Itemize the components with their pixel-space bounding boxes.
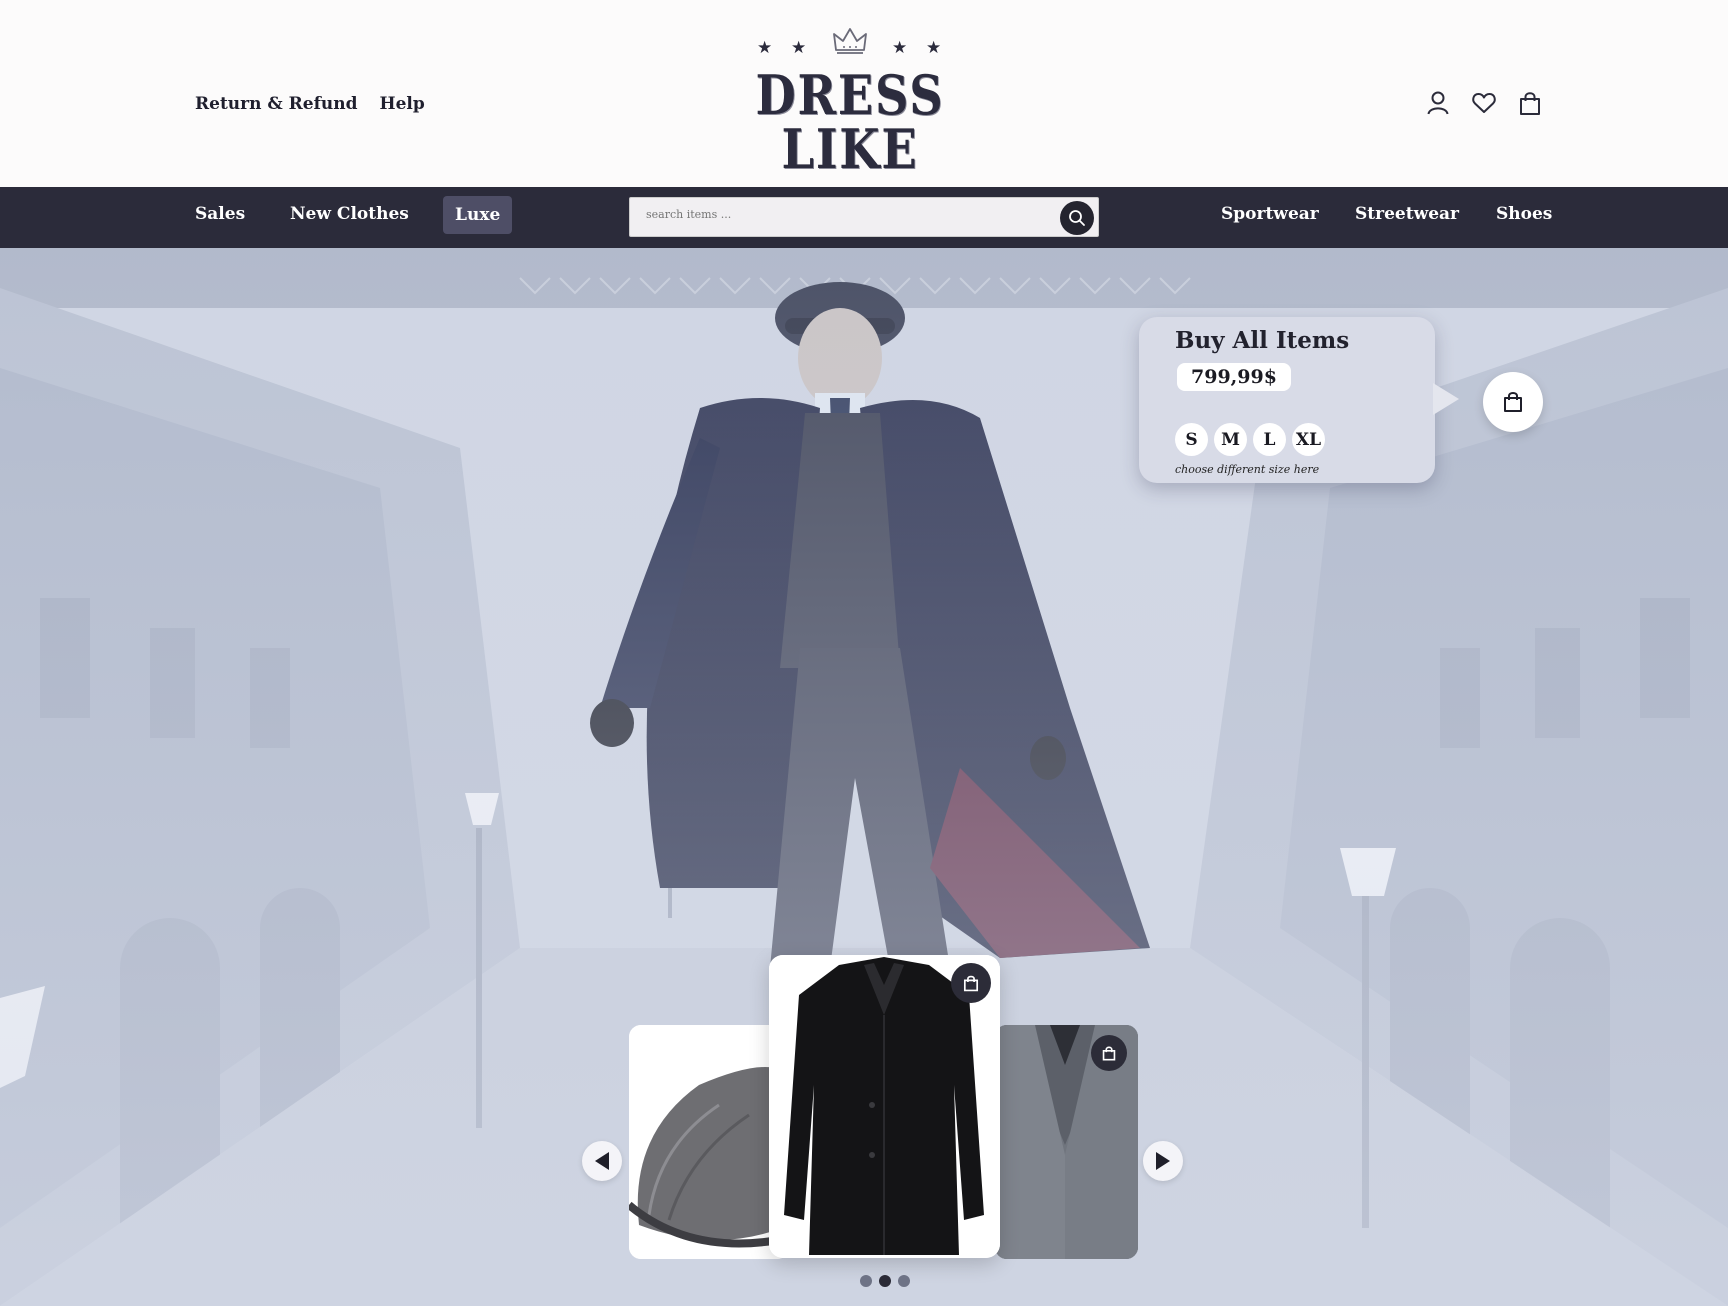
size-option-xl[interactable]: XL bbox=[1292, 423, 1325, 456]
search-button[interactable] bbox=[1060, 201, 1094, 235]
buy-all-panel: Buy All Items 799,99$ S M L XL choose di… bbox=[1139, 317, 1459, 483]
top-header: Return & Refund Help ★ ★ ★ ★ DRESS LIKE bbox=[0, 0, 1728, 187]
heart-icon[interactable] bbox=[1471, 90, 1497, 116]
logo-ornament: ★ ★ ★ ★ bbox=[700, 24, 1000, 62]
nav-item-new-clothes[interactable]: New Clothes bbox=[290, 204, 409, 224]
carousel-item-black-coat[interactable] bbox=[769, 955, 1000, 1258]
size-option-l[interactable]: L bbox=[1253, 423, 1286, 456]
user-icon[interactable] bbox=[1425, 90, 1451, 116]
nav-item-sales[interactable]: Sales bbox=[195, 204, 245, 224]
arrow-left-icon bbox=[595, 1152, 609, 1170]
buy-all-price: 799,99$ bbox=[1177, 363, 1291, 391]
arrow-right-icon bbox=[1156, 1152, 1170, 1170]
shopping-bag-icon bbox=[1504, 392, 1522, 412]
carousel-prev-button[interactable] bbox=[582, 1141, 622, 1181]
star-icon: ★ bbox=[791, 38, 807, 58]
carousel-dot-active[interactable] bbox=[879, 1275, 891, 1287]
return-refund-link[interactable]: Return & Refund bbox=[195, 94, 358, 114]
star-icon: ★ bbox=[892, 38, 908, 58]
shopping-bag-icon bbox=[1102, 1046, 1116, 1060]
shopping-bag-icon bbox=[963, 975, 979, 991]
search-bar bbox=[629, 197, 1099, 237]
flat-cap-image bbox=[629, 1025, 789, 1259]
size-option-s[interactable]: S bbox=[1175, 423, 1208, 456]
help-link[interactable]: Help bbox=[380, 94, 425, 114]
star-icon: ★ bbox=[926, 38, 942, 58]
nav-item-sportwear[interactable]: Sportwear bbox=[1221, 204, 1319, 224]
nav-item-streetwear[interactable]: Streetwear bbox=[1355, 204, 1459, 224]
hero-banner: Buy All Items 799,99$ S M L XL choose di… bbox=[0, 248, 1728, 1306]
buy-all-button[interactable] bbox=[1483, 372, 1543, 432]
logo[interactable]: ★ ★ ★ ★ DRESS LIKE bbox=[700, 24, 1000, 176]
search-icon bbox=[1069, 210, 1085, 226]
carousel-dot[interactable] bbox=[860, 1275, 872, 1287]
size-option-m[interactable]: M bbox=[1214, 423, 1247, 456]
main-nav: Sales New Clothes Luxe Sportwear Streetw… bbox=[0, 187, 1728, 248]
carousel-item-grey-suit[interactable] bbox=[995, 1025, 1138, 1259]
carousel-pagination bbox=[860, 1275, 910, 1287]
search-input[interactable] bbox=[646, 208, 1026, 221]
size-selector: S M L XL bbox=[1175, 423, 1325, 456]
logo-text: DRESS LIKE bbox=[755, 63, 945, 181]
header-icons bbox=[1425, 90, 1543, 116]
crown-icon bbox=[833, 28, 867, 54]
carousel-next-button[interactable] bbox=[1143, 1141, 1183, 1181]
carousel-item-flat-cap[interactable] bbox=[629, 1025, 789, 1259]
buy-all-title: Buy All Items bbox=[1175, 327, 1350, 354]
shopping-bag-icon[interactable] bbox=[1517, 90, 1543, 116]
star-icon: ★ bbox=[757, 38, 773, 58]
nav-item-shoes[interactable]: Shoes bbox=[1496, 204, 1552, 224]
size-note: choose different size here bbox=[1175, 463, 1320, 476]
carousel-dot[interactable] bbox=[898, 1275, 910, 1287]
top-links: Return & Refund Help bbox=[195, 94, 425, 114]
add-to-cart-button[interactable] bbox=[1091, 1035, 1127, 1071]
nav-item-luxe[interactable]: Luxe bbox=[443, 196, 513, 234]
add-to-cart-button[interactable] bbox=[951, 963, 991, 1003]
